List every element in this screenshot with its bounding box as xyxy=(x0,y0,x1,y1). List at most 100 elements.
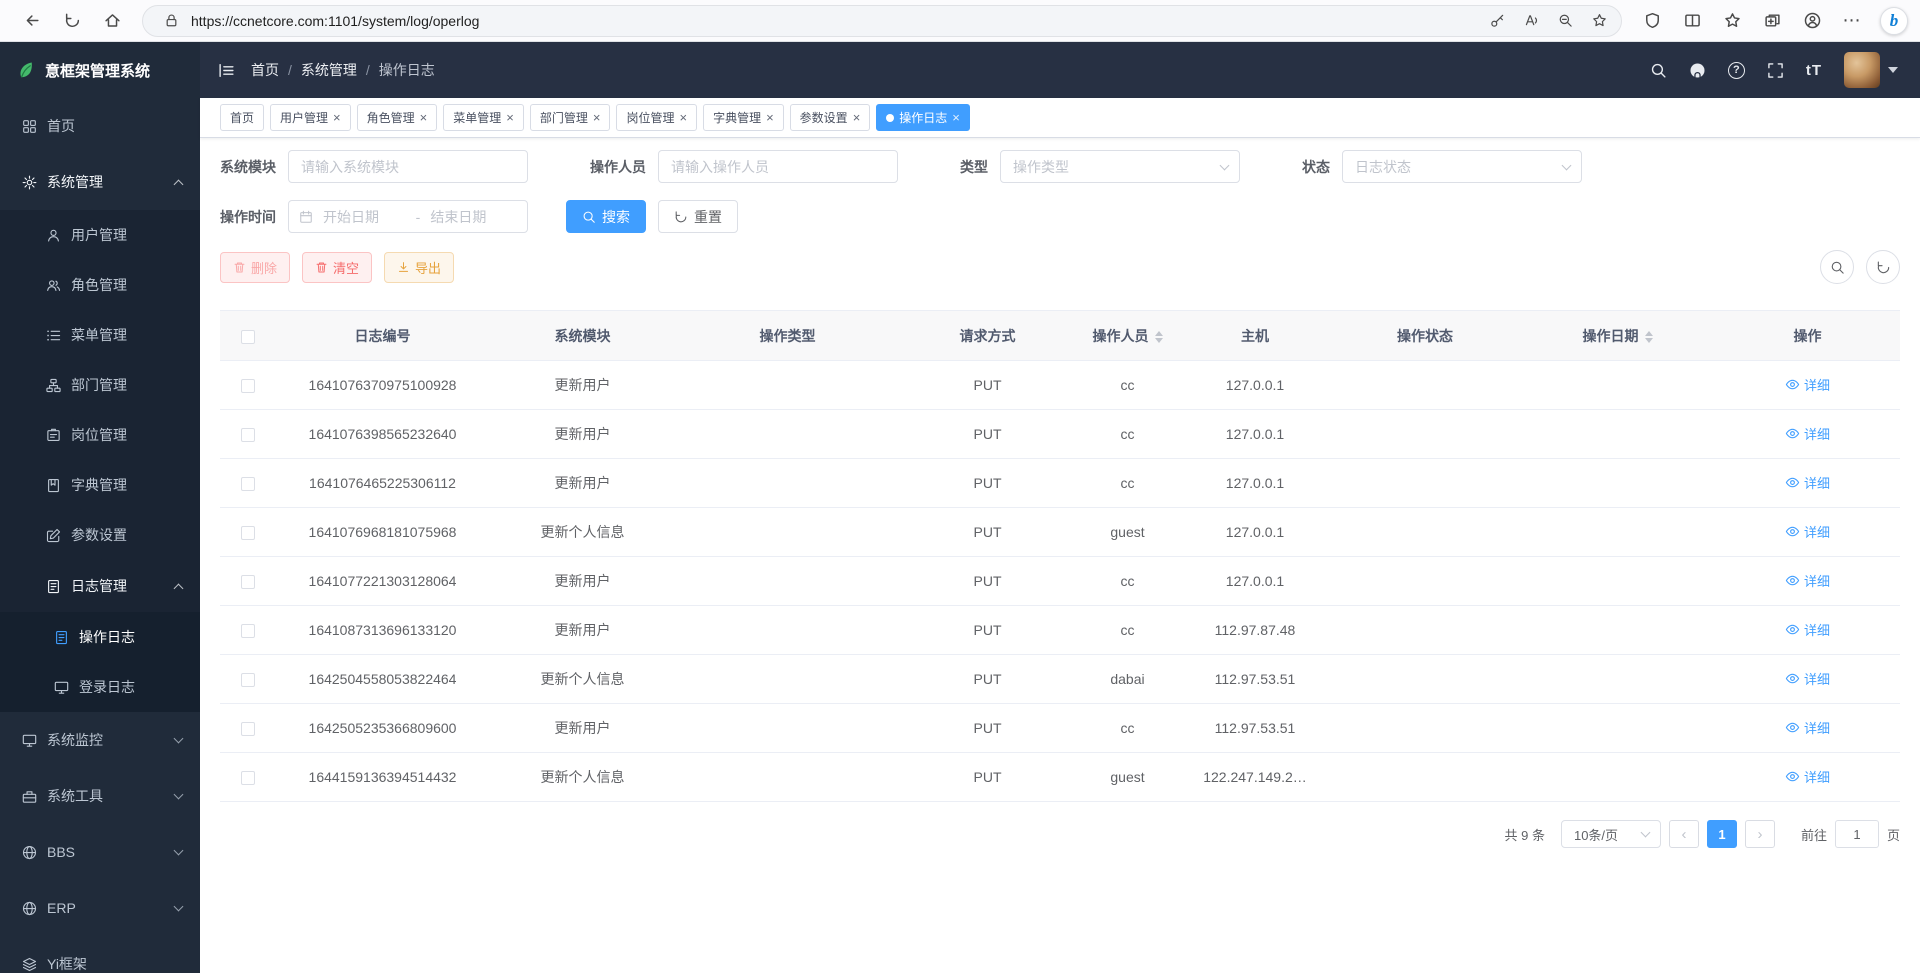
tab-close-icon[interactable]: × xyxy=(766,111,774,124)
breadcrumb-system-mgmt[interactable]: 系统管理 xyxy=(301,60,357,80)
header-search-icon[interactable] xyxy=(1650,62,1667,79)
row-checkbox[interactable] xyxy=(241,477,255,491)
column-operator[interactable]: 操作人员 xyxy=(1075,311,1180,361)
favorites-bar-star-icon[interactable] xyxy=(1712,4,1752,38)
row-detail-link[interactable]: 详细 xyxy=(1785,718,1830,737)
row-detail-link[interactable]: 详细 xyxy=(1785,424,1830,443)
sidebar-toggle-icon[interactable] xyxy=(218,62,235,79)
favorite-star-icon[interactable] xyxy=(1585,7,1613,35)
row-checkbox[interactable] xyxy=(241,575,255,589)
tab-4[interactable]: 部门管理× xyxy=(530,104,611,131)
tab-7[interactable]: 参数设置× xyxy=(790,104,871,131)
sort-icon[interactable] xyxy=(1645,331,1653,343)
operator-input[interactable] xyxy=(658,150,898,183)
sidebar-item-role-mgmt[interactable]: 角色管理 xyxy=(0,260,200,310)
next-page-button[interactable]: › xyxy=(1745,820,1775,848)
row-checkbox[interactable] xyxy=(241,673,255,687)
tab-1[interactable]: 用户管理× xyxy=(270,104,351,131)
sidebar-item-sys-monitor[interactable]: 系统监控 xyxy=(0,712,200,768)
sidebar-item-log-mgmt[interactable]: 日志管理 xyxy=(0,560,200,612)
export-button[interactable]: 导出 xyxy=(384,252,454,283)
reset-button[interactable]: 重置 xyxy=(658,200,738,233)
prev-page-button[interactable]: ‹ xyxy=(1669,820,1699,848)
tab-0[interactable]: 首页 xyxy=(220,104,264,131)
browser-home-button[interactable] xyxy=(92,4,132,38)
sidebar-item-post-mgmt[interactable]: 岗位管理 xyxy=(0,410,200,460)
module-input[interactable] xyxy=(288,150,528,183)
tab-8[interactable]: 操作日志× xyxy=(876,104,970,131)
sidebar-item-erp[interactable]: ERP xyxy=(0,880,200,936)
extension-shield-icon[interactable] xyxy=(1632,4,1672,38)
row-checkbox[interactable] xyxy=(241,722,255,736)
row-detail-link[interactable]: 详细 xyxy=(1785,473,1830,492)
sort-icon[interactable] xyxy=(1155,331,1163,343)
tab-5[interactable]: 岗位管理× xyxy=(616,104,697,131)
row-detail-link[interactable]: 详细 xyxy=(1785,767,1830,786)
tab-close-icon[interactable]: × xyxy=(506,111,514,124)
row-detail-link[interactable]: 详细 xyxy=(1785,375,1830,394)
read-aloud-icon[interactable] xyxy=(1517,7,1545,35)
tab-close-icon[interactable]: × xyxy=(679,111,687,124)
avatar-caret-icon[interactable] xyxy=(1888,67,1898,73)
table-search-toggle-button[interactable] xyxy=(1820,250,1854,284)
browser-profile-icon[interactable] xyxy=(1792,4,1832,38)
sidebar-item-menu-mgmt[interactable]: 菜单管理 xyxy=(0,310,200,360)
site-lock-icon[interactable] xyxy=(157,7,185,35)
fullscreen-icon[interactable] xyxy=(1767,62,1784,79)
browser-more-icon[interactable]: ⋯ xyxy=(1832,4,1872,38)
browser-back-button[interactable] xyxy=(12,4,52,38)
sidebar-item-home[interactable]: 首页 xyxy=(0,98,200,154)
search-button[interactable]: 搜索 xyxy=(566,200,646,233)
url-text[interactable]: https://ccnetcore.com:1101/system/log/op… xyxy=(191,13,1477,29)
help-icon[interactable]: ? xyxy=(1728,62,1745,79)
sidebar-item-dept-mgmt[interactable]: 部门管理 xyxy=(0,360,200,410)
tab-close-icon[interactable]: × xyxy=(420,111,428,124)
password-key-icon[interactable] xyxy=(1483,7,1511,35)
clear-button[interactable]: 清空 xyxy=(302,252,372,283)
page-size-select[interactable]: 10条/页 xyxy=(1561,820,1661,848)
page-1-button[interactable]: 1 xyxy=(1707,820,1737,848)
breadcrumb-home[interactable]: 首页 xyxy=(251,60,279,80)
row-checkbox[interactable] xyxy=(241,624,255,638)
sidebar-item-bbs[interactable]: BBS xyxy=(0,824,200,880)
row-detail-link[interactable]: 详细 xyxy=(1785,620,1830,639)
sidebar-item-user-mgmt[interactable]: 用户管理 xyxy=(0,210,200,260)
tab-close-icon[interactable]: × xyxy=(952,111,960,124)
column-date[interactable]: 操作日期 xyxy=(1520,311,1715,361)
zoom-out-icon[interactable] xyxy=(1551,7,1579,35)
row-checkbox[interactable] xyxy=(241,428,255,442)
status-select[interactable]: 日志状态 xyxy=(1342,150,1582,183)
tab-close-icon[interactable]: × xyxy=(333,111,341,124)
browser-address-bar[interactable]: https://ccnetcore.com:1101/system/log/op… xyxy=(142,5,1622,37)
sidebar-item-system-mgmt[interactable]: 系统管理 xyxy=(0,154,200,210)
sidebar-item-login-log[interactable]: 登录日志 xyxy=(0,662,200,712)
row-detail-link[interactable]: 详细 xyxy=(1785,522,1830,541)
sidebar-item-oper-log[interactable]: 操作日志 xyxy=(0,612,200,662)
goto-page-input[interactable] xyxy=(1835,820,1879,848)
split-screen-icon[interactable] xyxy=(1672,4,1712,38)
delete-button[interactable]: 删除 xyxy=(220,252,290,283)
tab-2[interactable]: 角色管理× xyxy=(357,104,438,131)
tab-close-icon[interactable]: × xyxy=(853,111,861,124)
tab-6[interactable]: 字典管理× xyxy=(703,104,784,131)
row-detail-link[interactable]: 详细 xyxy=(1785,669,1830,688)
sidebar-item-yi-framework[interactable]: Yi框架 xyxy=(0,936,200,973)
bing-copilot-icon[interactable]: b xyxy=(1880,7,1908,35)
date-range-picker[interactable]: 开始日期 - 结束日期 xyxy=(288,200,528,233)
type-select[interactable]: 操作类型 xyxy=(1000,150,1240,183)
browser-refresh-button[interactable] xyxy=(52,4,92,38)
row-detail-link[interactable]: 详细 xyxy=(1785,571,1830,590)
row-checkbox[interactable] xyxy=(241,526,255,540)
select-all-checkbox[interactable] xyxy=(241,330,255,344)
font-size-icon[interactable]: tT xyxy=(1806,62,1822,79)
github-icon[interactable] xyxy=(1689,62,1706,79)
user-avatar[interactable] xyxy=(1844,52,1880,88)
row-checkbox[interactable] xyxy=(241,771,255,785)
tab-close-icon[interactable]: × xyxy=(593,111,601,124)
row-checkbox[interactable] xyxy=(241,379,255,393)
tab-3[interactable]: 菜单管理× xyxy=(443,104,524,131)
sidebar-item-dict-mgmt[interactable]: 字典管理 xyxy=(0,460,200,510)
table-refresh-button[interactable] xyxy=(1866,250,1900,284)
sidebar-item-sys-tools[interactable]: 系统工具 xyxy=(0,768,200,824)
sidebar-item-param-settings[interactable]: 参数设置 xyxy=(0,510,200,560)
